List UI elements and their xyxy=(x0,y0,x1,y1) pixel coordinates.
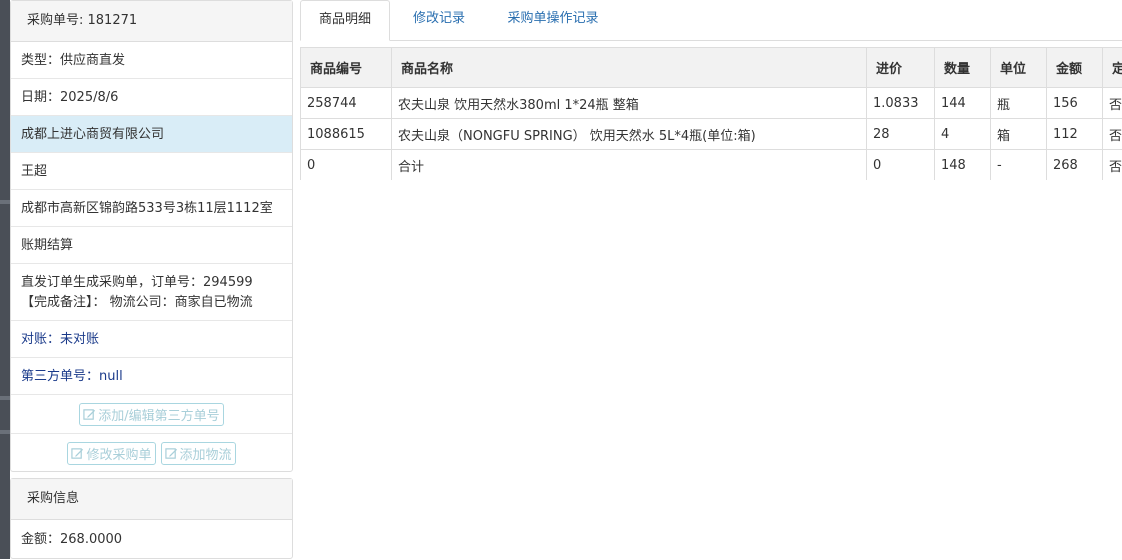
edit-icon xyxy=(83,408,96,421)
cell-quantity: 144 xyxy=(935,88,991,119)
detail-tabs: 商品明细 修改记录 采购单操作记录 xyxy=(300,0,1122,41)
supplier-address-text: 成都市高新区锦韵路533号3栋11层1112室 xyxy=(21,190,292,227)
cell-cutoff: 否 xyxy=(1103,119,1122,150)
purchase-amount-text: 金额：268.0000 xyxy=(21,520,292,560)
contact-name-text: 王超 xyxy=(21,153,292,190)
edit-order-button[interactable]: 修改采购单 xyxy=(67,442,155,465)
col-header-name: 商品名称 xyxy=(392,48,867,88)
order-number-header: 采购单号: 181271 xyxy=(11,1,292,42)
cell-name: 农夫山泉 饮用天然水380ml 1*24瓶 整箱 xyxy=(392,88,867,119)
tab-modify-records[interactable]: 修改记录 xyxy=(392,0,486,41)
add-third-party-button[interactable]: 添加/编辑第三方单号 xyxy=(79,403,223,426)
supplier-address: 成都市高新区锦韵路533号3栋11层1112室 xyxy=(11,190,292,227)
order-date: 日期：2025/8/6 xyxy=(11,79,292,116)
order-note-line2: 【完成备注】： 物流公司：商家自已物流 xyxy=(21,293,292,313)
col-header-quantity: 数量 xyxy=(935,48,991,88)
col-header-cutoff: 定 xyxy=(1103,48,1122,88)
cell-name: 农夫山泉（NONGFU SPRING） 饮用天然水 5L*4瓶(单位:箱) xyxy=(392,119,867,150)
cell-unit: - xyxy=(991,150,1047,181)
edge-mark xyxy=(0,200,10,204)
cell-quantity: 4 xyxy=(935,119,991,150)
payment-terms-text: 账期结算 xyxy=(21,227,292,264)
product-table-container: 商品编号 商品名称 进价 数量 单位 金额 定 258744 农夫山泉 饮用天然… xyxy=(300,47,1122,180)
cell-name: 合计 xyxy=(392,150,867,181)
cell-code: 1088615 xyxy=(301,119,392,150)
supplier-name: 成都上进心商贸有限公司 xyxy=(11,116,292,153)
order-info-panel: 采购单号: 181271 类型：供应商直发 日期：2025/8/6 成都上进心商… xyxy=(10,0,293,472)
tab-operation-records[interactable]: 采购单操作记录 xyxy=(490,0,616,41)
purchase-amount: 金额：268.0000 xyxy=(11,520,292,560)
order-type: 类型：供应商直发 xyxy=(11,42,292,79)
edge-mark xyxy=(0,396,10,400)
third-party-number-text: 第三方单号：null xyxy=(21,358,292,395)
col-header-price: 进价 xyxy=(867,48,935,88)
order-note-line1: 直发订单生成采购单，订单号：294599 xyxy=(21,273,292,293)
purchase-info-panel: 采购信息 金额：268.0000 xyxy=(10,478,293,559)
supplier-name-text: 成都上进心商贸有限公司 xyxy=(21,116,292,153)
cell-price: 0 xyxy=(867,150,935,181)
table-total-row: 0 合计 0 148 - 268 否 xyxy=(301,150,1122,181)
cell-code: 0 xyxy=(301,150,392,181)
reconcile-status: 对账：未对账 xyxy=(11,321,292,358)
cell-cutoff: 否 xyxy=(1103,150,1122,181)
edit-order-label: 修改采购单 xyxy=(86,444,151,463)
cell-price: 1.0833 xyxy=(867,88,935,119)
table-row: 1088615 农夫山泉（NONGFU SPRING） 饮用天然水 5L*4瓶(… xyxy=(301,119,1122,150)
product-table: 商品编号 商品名称 进价 数量 单位 金额 定 258744 农夫山泉 饮用天然… xyxy=(300,47,1122,180)
order-type-text: 类型：供应商直发 xyxy=(21,42,292,79)
col-header-unit: 单位 xyxy=(991,48,1047,88)
cell-amount: 112 xyxy=(1047,119,1103,150)
add-logistics-label: 添加物流 xyxy=(180,444,232,463)
reconcile-status-text: 对账：未对账 xyxy=(21,321,292,358)
cell-quantity: 148 xyxy=(935,150,991,181)
edit-icon xyxy=(71,447,84,460)
tab-product-details[interactable]: 商品明细 xyxy=(300,0,390,41)
col-header-amount: 金额 xyxy=(1047,48,1103,88)
table-header-row: 商品编号 商品名称 进价 数量 单位 金额 定 xyxy=(301,48,1122,88)
add-logistics-button[interactable]: 添加物流 xyxy=(161,442,236,465)
order-actions: 修改采购单 添加物流 xyxy=(11,434,292,473)
left-edge-bar xyxy=(0,0,10,559)
col-header-code: 商品编号 xyxy=(301,48,392,88)
table-row: 258744 农夫山泉 饮用天然水380ml 1*24瓶 整箱 1.0833 1… xyxy=(301,88,1122,119)
cell-unit: 瓶 xyxy=(991,88,1047,119)
cell-code: 258744 xyxy=(301,88,392,119)
cell-cutoff: 否 xyxy=(1103,88,1122,119)
edge-mark xyxy=(0,430,10,434)
add-third-party-label: 添加/编辑第三方单号 xyxy=(98,405,219,424)
cell-price: 28 xyxy=(867,119,935,150)
order-note: 直发订单生成采购单，订单号：294599 【完成备注】： 物流公司：商家自已物流 xyxy=(11,264,292,321)
purchase-info-header: 采购信息 xyxy=(11,479,292,520)
cell-amount: 156 xyxy=(1047,88,1103,119)
contact-name: 王超 xyxy=(11,153,292,190)
third-party-number: 第三方单号：null xyxy=(11,358,292,395)
order-date-text: 日期：2025/8/6 xyxy=(21,79,292,116)
payment-terms: 账期结算 xyxy=(11,227,292,264)
cell-unit: 箱 xyxy=(991,119,1047,150)
edit-icon xyxy=(165,447,178,460)
cell-amount: 268 xyxy=(1047,150,1103,181)
third-party-actions: 添加/编辑第三方单号 xyxy=(11,395,292,434)
